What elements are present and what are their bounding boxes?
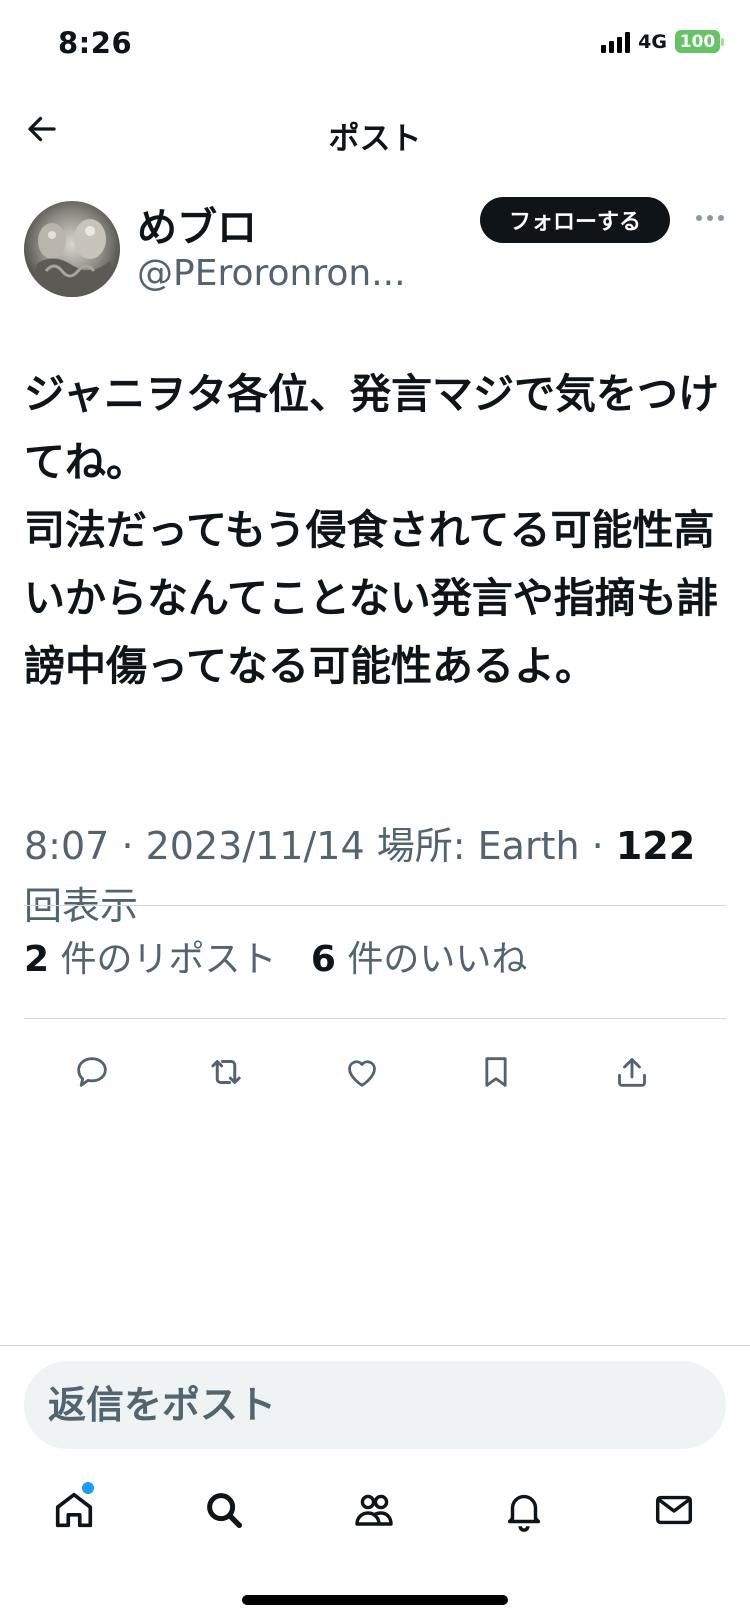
author-header: めブロ @PEroronron... フォローする [24, 195, 730, 305]
communities-icon [355, 1494, 393, 1526]
share-icon [618, 1058, 646, 1087]
post-location: Earth [477, 824, 580, 868]
reposts-count: 2 [24, 939, 50, 980]
post-date: 2023/11/14 [145, 824, 365, 868]
user-handle[interactable]: @PEroronron... [137, 253, 406, 294]
repost-button[interactable] [200, 1046, 252, 1098]
battery-icon: 100 [675, 30, 724, 53]
action-bar [0, 1046, 750, 1098]
post-stats: 2 件のリポスト 6 件のいいね [24, 930, 527, 982]
bottom-tab-bar [0, 1480, 750, 1550]
divider [24, 1018, 726, 1019]
reposts-stat[interactable]: 2 件のリポスト [24, 939, 277, 980]
tab-messages[interactable] [644, 1480, 704, 1540]
status-bar: 8:26 4G 100 [0, 0, 750, 90]
reposts-label: 件のリポスト [60, 939, 277, 980]
signal-icon [601, 31, 631, 53]
reply-icon [77, 1057, 107, 1087]
nav-header: ポスト [0, 95, 750, 165]
notifications-icon [507, 1494, 541, 1532]
search-icon [207, 1493, 243, 1529]
likes-label: 件のいいね [347, 939, 528, 980]
notification-dot [82, 1482, 94, 1494]
tab-communities[interactable] [344, 1480, 404, 1540]
like-button[interactable] [336, 1046, 388, 1098]
more-horizontal-icon [696, 215, 724, 221]
status-time: 8:26 [58, 26, 133, 60]
divider [24, 905, 726, 906]
bookmark-icon [485, 1057, 507, 1087]
likes-stat[interactable]: 6 件のいいね [311, 939, 528, 980]
views-label: 回表示 [24, 884, 139, 928]
tab-home[interactable] [44, 1480, 104, 1540]
meta-separator: · [121, 824, 134, 868]
page-title: ポスト [328, 121, 422, 157]
share-button[interactable] [606, 1046, 658, 1098]
reply-button[interactable] [66, 1046, 118, 1098]
likes-count: 6 [310, 939, 336, 980]
follow-button[interactable]: フォローする [480, 197, 670, 243]
like-icon [348, 1060, 376, 1087]
network-type: 4G [638, 30, 667, 53]
status-indicators: 4G 100 [601, 30, 724, 53]
display-name[interactable]: めブロ [137, 195, 257, 253]
home-indicator[interactable] [242, 1595, 508, 1605]
post-text: ジャニヲタ各位、発言マジで気をつけてね。 司法だってもう侵食されてる可能性高いか… [24, 370, 719, 690]
more-button[interactable] [690, 203, 730, 233]
meta-separator: · [591, 824, 604, 868]
avatar[interactable] [24, 201, 120, 297]
post-meta: 8:07 · 2023/11/14 場所: Earth · 122 回表示 [24, 816, 730, 936]
avatar-image [24, 201, 120, 297]
tab-search[interactable] [194, 1480, 254, 1540]
post-time: 8:07 [24, 824, 110, 868]
location-label: 場所: [376, 824, 466, 868]
bookmark-button[interactable] [470, 1046, 522, 1098]
messages-icon [655, 1495, 693, 1525]
views-count: 122 [615, 824, 696, 868]
divider [0, 1345, 750, 1346]
tab-notifications[interactable] [494, 1480, 554, 1540]
reply-input[interactable] [24, 1361, 726, 1449]
battery-level: 100 [679, 31, 716, 52]
home-icon [55, 1492, 93, 1528]
repost-icon [211, 1060, 241, 1084]
